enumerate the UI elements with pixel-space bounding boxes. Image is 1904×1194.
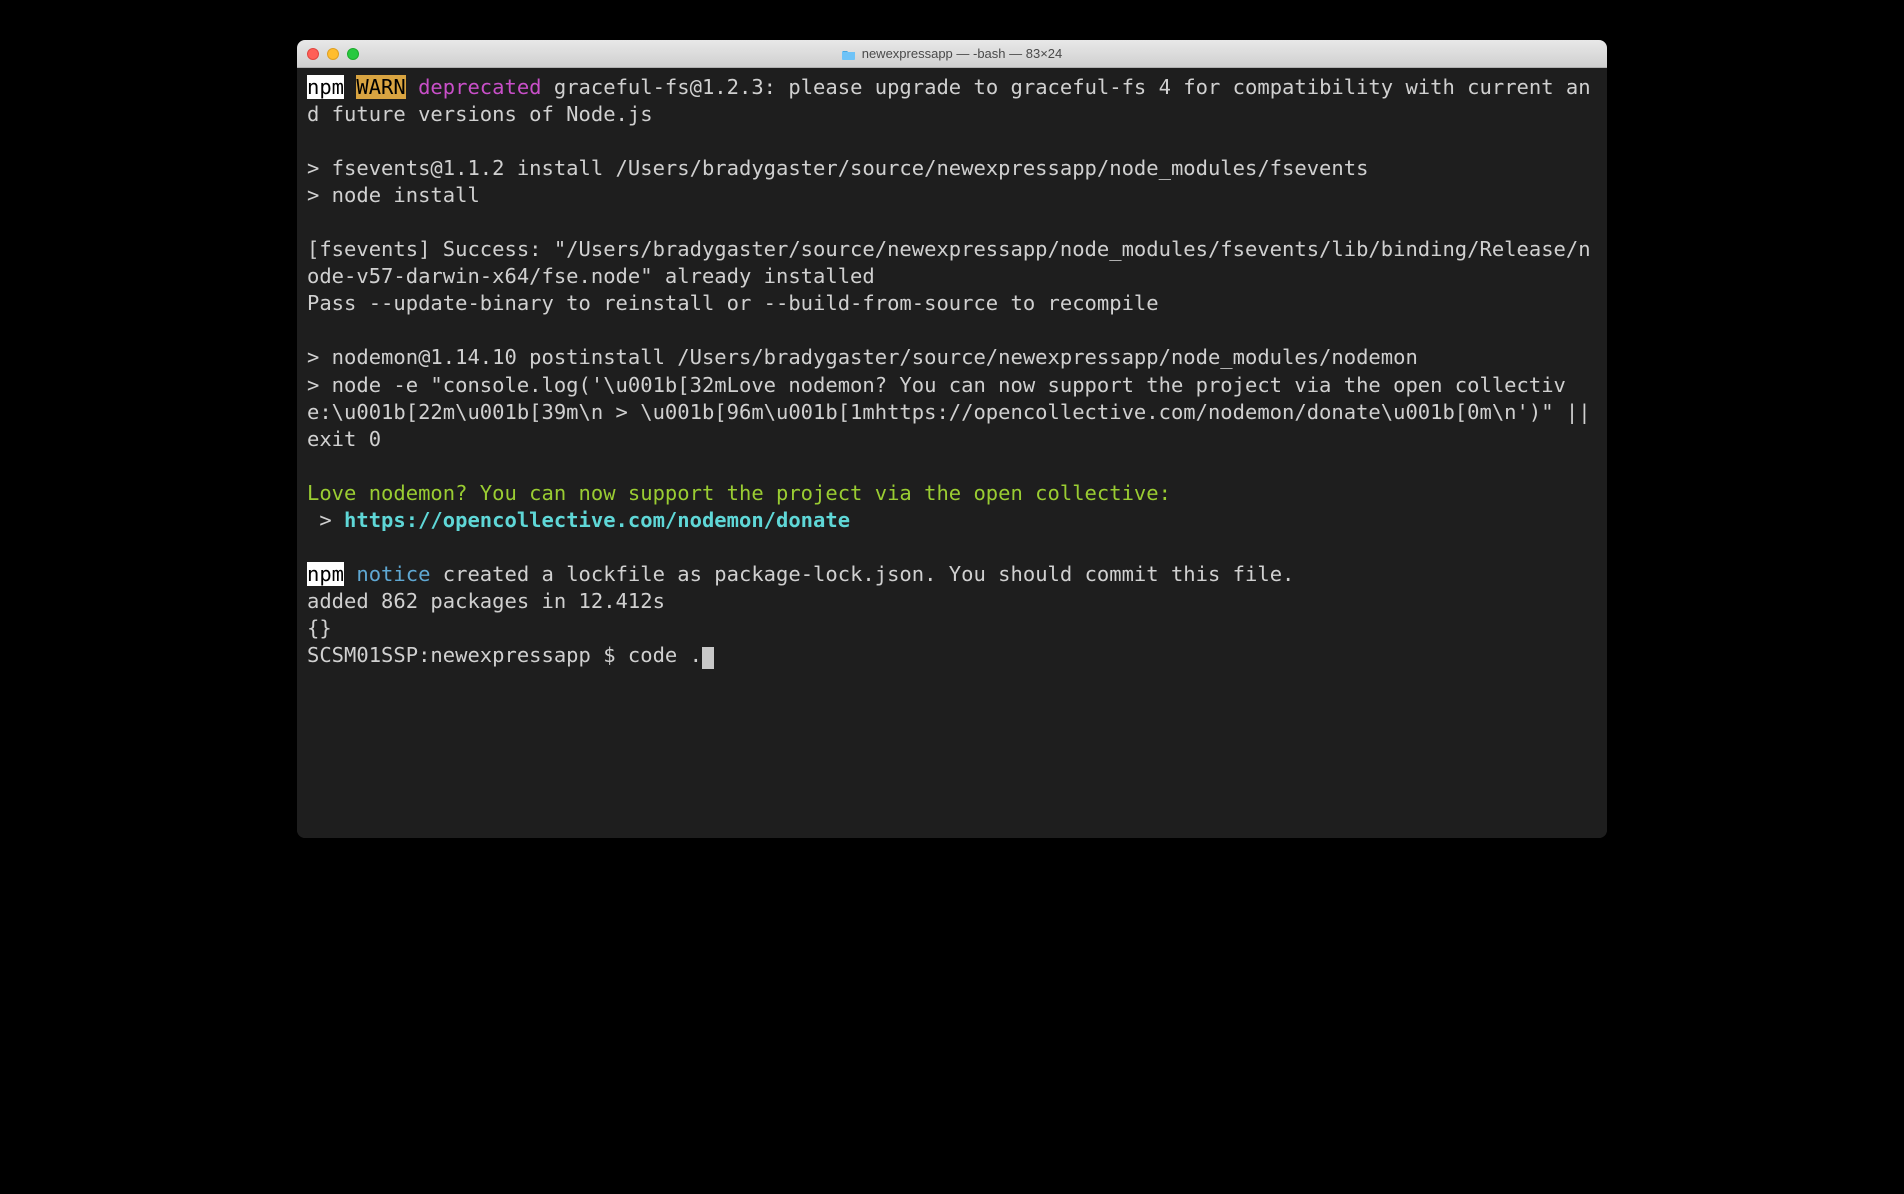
warn-badge: WARN — [356, 75, 405, 99]
window-title-text: newexpressapp — -bash — 83×24 — [862, 46, 1063, 61]
npm-badge: npm — [307, 562, 344, 586]
folder-icon — [842, 48, 856, 59]
minimize-icon[interactable] — [327, 48, 339, 60]
cursor — [702, 647, 714, 669]
output-line: Pass --update-binary to reinstall or --b… — [307, 291, 1159, 315]
terminal-window: newexpressapp — -bash — 83×24 npm WARN d… — [297, 40, 1607, 838]
output-line: [fsevents] Success: "/Users/bradygaster/… — [307, 237, 1591, 288]
output-line: > fsevents@1.1.2 install /Users/bradygas… — [307, 156, 1368, 180]
titlebar[interactable]: newexpressapp — -bash — 83×24 — [297, 40, 1607, 68]
notice-label: notice — [356, 562, 430, 586]
nodemon-message: Love nodemon? You can now support the pr… — [307, 481, 1171, 505]
link-prefix: > — [307, 508, 344, 532]
traffic-lights — [307, 48, 359, 60]
npm-badge: npm — [307, 75, 344, 99]
donate-link[interactable]: https://opencollective.com/nodemon/donat… — [344, 508, 850, 532]
shell-prompt: SCSM01SSP:newexpressapp $ — [307, 643, 628, 667]
maximize-icon[interactable] — [347, 48, 359, 60]
output-line: added 862 packages in 12.412s — [307, 589, 665, 613]
terminal-output[interactable]: npm WARN deprecated graceful-fs@1.2.3: p… — [297, 68, 1607, 838]
output-line: > node install — [307, 183, 480, 207]
output-line: created a lockfile as package-lock.json.… — [430, 562, 1294, 586]
window-title: newexpressapp — -bash — 83×24 — [297, 46, 1607, 61]
command-input[interactable]: code . — [628, 643, 702, 667]
output-line: > node -e "console.log('\u001b[32mLove n… — [307, 373, 1603, 451]
close-icon[interactable] — [307, 48, 319, 60]
output-line: > nodemon@1.14.10 postinstall /Users/bra… — [307, 345, 1418, 369]
output-line: {} — [307, 616, 332, 640]
deprecated-label: deprecated — [418, 75, 541, 99]
